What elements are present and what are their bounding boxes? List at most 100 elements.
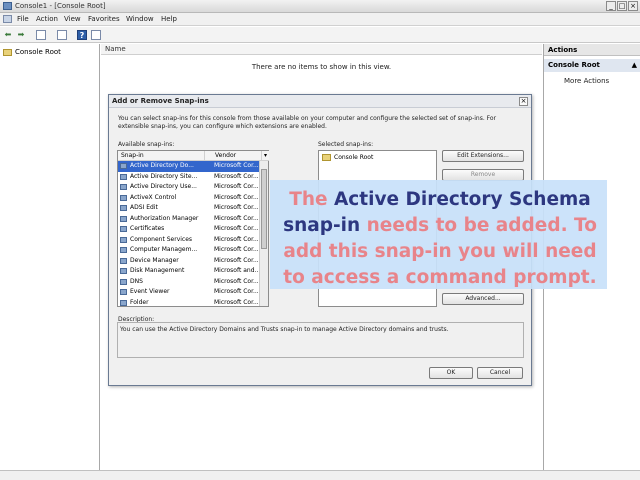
snapin-vendor: Microsoft Cor... (214, 277, 259, 285)
menu-help[interactable]: Help (161, 15, 177, 23)
actions-section-label: Console Root (548, 61, 600, 69)
snapin-row[interactable]: Disk Management Microsoft and... (118, 266, 260, 277)
collapse-up-icon[interactable]: ▲ (632, 59, 637, 72)
snapin-vendor: Microsoft Cor... (214, 172, 259, 180)
tree-node-label: Console Root (15, 48, 61, 56)
snapin-vendor: Microsoft Cor... (214, 256, 259, 264)
status-bar (0, 470, 640, 480)
snapin-icon (120, 247, 127, 253)
snapin-name: Active Directory Site... (130, 172, 198, 180)
mmc-console-icon (3, 2, 12, 10)
snapin-row[interactable]: ActiveX Control Microsoft Cor... (118, 193, 260, 204)
vendor-column-header[interactable]: Vendor (204, 151, 261, 161)
snapin-name: Active Directory Do... (130, 162, 194, 169)
snapin-name: Device Manager (130, 256, 179, 264)
back-arrow-icon[interactable]: ⬅ (3, 30, 13, 40)
snapin-row[interactable]: Device Manager Microsoft Cor... (118, 256, 260, 267)
forward-arrow-icon[interactable]: ➡ (16, 30, 26, 40)
snapin-row[interactable]: Authorization Manager Microsoft Cor... (118, 214, 260, 225)
tree-node-console-root[interactable]: Console Root (3, 47, 61, 57)
edit-extensions-button[interactable]: Edit Extensions... (442, 150, 524, 162)
dialog-close-icon[interactable]: × (519, 97, 528, 106)
scrollbar-thumb[interactable] (261, 169, 267, 249)
dialog-title: Add or Remove Snap-ins (112, 97, 209, 105)
show-hide-action-pane-icon[interactable] (91, 30, 101, 40)
maximize-button[interactable]: □ (617, 1, 627, 11)
dialog-intro-text: You can select snap-ins for this console… (118, 115, 497, 130)
snapin-icon (120, 268, 127, 274)
snapin-icon (120, 236, 127, 243)
snapin-icon (120, 226, 127, 232)
document-icon[interactable] (3, 15, 12, 23)
menu-view[interactable]: View (64, 15, 81, 23)
snapin-column-header[interactable]: Snap-in (118, 151, 204, 161)
minimize-button[interactable]: _ (606, 1, 616, 11)
snapin-icon (120, 215, 127, 222)
snapin-icon (120, 289, 127, 295)
snapin-vendor: Microsoft and... (214, 267, 261, 274)
selected-snapin-console-root[interactable]: Console Root (322, 154, 373, 161)
folder-icon (3, 48, 12, 56)
snapin-vendor: Microsoft Cor... (214, 183, 259, 190)
snapin-row[interactable]: ADSI Edit Microsoft Cor... (118, 203, 260, 214)
column-dropdown-icon[interactable]: ▾ (261, 151, 269, 161)
snapin-vendor: Microsoft Cor... (214, 204, 259, 211)
more-actions-link[interactable]: More Actions (564, 77, 609, 85)
cancel-button[interactable]: Cancel (477, 367, 523, 379)
show-hide-console-tree-icon[interactable] (36, 30, 46, 40)
available-snapins-list[interactable]: Snap-in Vendor ▾ Active Directory Do... M… (117, 150, 269, 307)
close-window-button[interactable]: × (628, 1, 638, 11)
snapin-icon (120, 184, 127, 190)
snapin-name: Computer Managem... (130, 246, 198, 253)
snapin-row[interactable]: Component Services Microsoft Cor... (118, 235, 260, 246)
actions-header: Actions (544, 44, 640, 56)
window-title: Console1 - [Console Root] (15, 2, 106, 10)
toolbar: ⬅ ➡ ? (0, 27, 640, 43)
snapin-vendor: Microsoft Cor... (214, 162, 259, 169)
instruction-text: The Active Directory Schema snap-in need… (280, 187, 600, 291)
actions-section-console-root[interactable]: Console Root ▲ (544, 59, 640, 72)
console-tree: Console Root (0, 44, 100, 470)
snapin-row[interactable]: DNS Microsoft Cor... (118, 277, 260, 288)
snapin-icon (120, 205, 127, 211)
advanced-button[interactable]: Advanced... (442, 293, 524, 305)
empty-view-message: There are no items to show in this view. (251, 63, 392, 71)
snapin-row[interactable]: Certificates Microsoft Cor... (118, 224, 260, 235)
menu-favorites[interactable]: Favorites (88, 15, 120, 23)
snapin-icon (120, 257, 127, 264)
name-column-header[interactable]: Name (101, 44, 542, 55)
snapin-row[interactable]: Folder Microsoft Cor... (118, 298, 260, 309)
available-snapins-label: Available snap-ins: (118, 141, 175, 148)
snapin-name: Certificates (130, 225, 165, 232)
snapin-name: Authorization Manager (130, 214, 199, 222)
window-title-bar: Console1 - [Console Root] _ □ × (0, 0, 640, 13)
menu-file[interactable]: File (17, 15, 29, 23)
snapin-name: Disk Management (130, 267, 185, 274)
snapin-vendor: Microsoft Cor... (214, 235, 259, 243)
selected-snapins-label: Selected snap-ins: (318, 141, 374, 148)
snapin-vendor: Microsoft Cor... (214, 214, 259, 222)
available-snapins-scrollbar[interactable] (259, 161, 268, 306)
menu-window[interactable]: Window (126, 15, 154, 23)
snapin-name: Active Directory Use... (130, 183, 197, 190)
folder-icon (322, 154, 331, 161)
column-header-label: Name (105, 45, 126, 53)
help-icon[interactable]: ? (77, 30, 87, 40)
instruction-overlay: The Active Directory Schema snap-in need… (270, 180, 607, 289)
snapin-row[interactable]: Computer Managem... Microsoft Cor... (118, 245, 260, 256)
snapin-icon (120, 194, 127, 201)
snapin-row[interactable]: Active Directory Use... Microsoft Cor... (118, 182, 260, 193)
snapin-vendor: Microsoft Cor... (214, 225, 259, 232)
dialog-title-bar: Add or Remove Snap-ins × (109, 95, 531, 108)
snapin-row[interactable]: Event Viewer Microsoft Cor... (118, 287, 260, 298)
snapin-vendor: Microsoft Cor... (214, 246, 259, 253)
snapin-row[interactable]: Active Directory Do... Microsoft Cor... (118, 161, 260, 172)
menu-action[interactable]: Action (36, 15, 58, 23)
ok-button[interactable]: OK (429, 367, 473, 379)
snapin-vendor: Microsoft Cor... (214, 298, 259, 306)
snapin-vendor: Microsoft Cor... (214, 193, 259, 201)
snapin-row[interactable]: Active Directory Site... Microsoft Cor... (118, 172, 260, 183)
snapin-name: ActiveX Control (130, 193, 177, 201)
menu-bar: File Action View Favorites Window Help (0, 13, 640, 26)
properties-icon[interactable] (57, 30, 67, 40)
